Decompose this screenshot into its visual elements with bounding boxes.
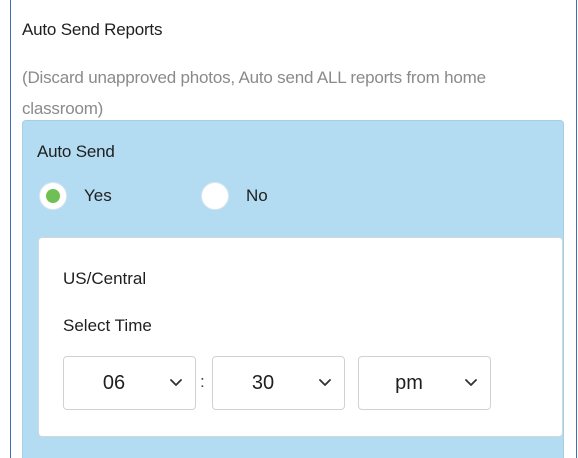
radio-yes[interactable]: Yes — [39, 181, 112, 211]
auto-send-panel: Auto Send Yes No US/Central Select Time … — [22, 120, 564, 458]
chevron-down-icon — [465, 379, 477, 386]
select-time-label: Select Time — [63, 316, 152, 335]
section-title: Auto Send Reports — [22, 20, 163, 39]
ampm-select[interactable]: pm — [358, 356, 491, 410]
ampm-select-value: pm — [395, 372, 423, 394]
radio-selected-dot — [46, 189, 60, 203]
section-description: (Discard unapproved photos, Auto send AL… — [22, 68, 486, 118]
auto-send-reports-frame: Auto Send Reports (Discard unapproved ph… — [10, 0, 577, 458]
radio-no-label: No — [246, 186, 268, 205]
radio-yes-circle[interactable] — [39, 182, 67, 210]
time-settings-card: US/Central Select Time 06 : 30 pm — [38, 237, 563, 437]
timezone-label: US/Central — [63, 269, 147, 288]
chevron-down-icon — [319, 379, 331, 386]
radio-yes-label: Yes — [84, 186, 112, 205]
minute-select[interactable]: 30 — [212, 356, 345, 410]
hour-select[interactable]: 06 — [63, 356, 196, 410]
time-separator: : — [200, 372, 205, 391]
hour-select-value: 06 — [102, 372, 126, 394]
minute-select-value: 30 — [251, 372, 275, 394]
chevron-down-icon — [170, 379, 182, 386]
radio-no[interactable]: No — [201, 181, 268, 211]
auto-send-label: Auto Send — [37, 142, 115, 161]
radio-no-circle[interactable] — [201, 182, 229, 210]
